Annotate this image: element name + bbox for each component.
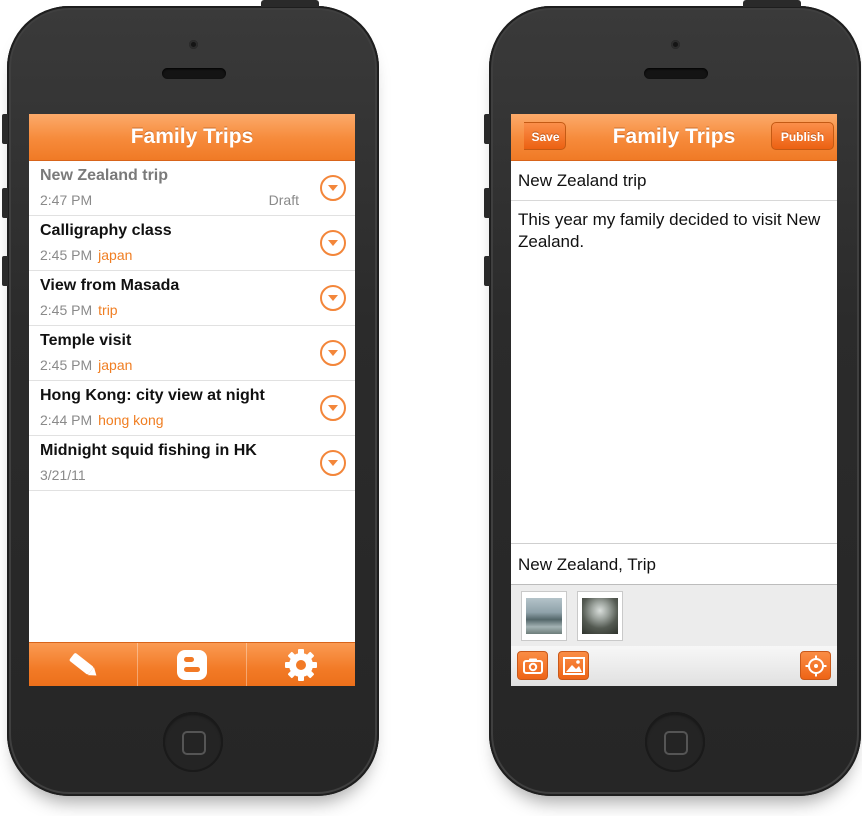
post-title-field[interactable]: New Zealand trip bbox=[511, 161, 837, 201]
home-button[interactable] bbox=[163, 712, 223, 772]
post-meta: 2:44 PM hong kong bbox=[40, 412, 164, 428]
save-label: Save bbox=[531, 130, 560, 144]
post-body-field[interactable]: This year my family decided to visit New… bbox=[511, 201, 837, 544]
volume-up-button bbox=[2, 188, 8, 218]
volume-down-button bbox=[484, 256, 490, 286]
photo-thumbnail-tree[interactable] bbox=[577, 591, 623, 641]
camera-icon bbox=[522, 658, 543, 674]
post-row[interactable]: Hong Kong: city view at night 2:44 PM hon… bbox=[29, 381, 355, 436]
tab-bar bbox=[29, 642, 355, 686]
post-tag: trip bbox=[98, 302, 118, 318]
chevron-down-icon[interactable] bbox=[320, 230, 346, 256]
post-time: 2:45 PM bbox=[40, 247, 93, 263]
location-icon bbox=[805, 655, 826, 676]
photo-library-button[interactable] bbox=[558, 651, 589, 680]
chevron-down-icon[interactable] bbox=[320, 395, 346, 421]
post-time: 2:47 PM bbox=[40, 192, 93, 208]
post-time: 2:45 PM bbox=[40, 357, 93, 373]
save-button[interactable]: Save bbox=[524, 122, 566, 150]
post-meta: 2:45 PM trip bbox=[40, 302, 118, 318]
home-button[interactable] bbox=[645, 712, 705, 772]
power-button bbox=[743, 0, 801, 7]
post-title: Midnight squid fishing in HK bbox=[40, 442, 257, 459]
volume-down-button bbox=[2, 256, 8, 286]
post-meta: 3/21/11 bbox=[40, 467, 86, 483]
post-row[interactable]: Calligraphy class 2:45 PM japan bbox=[29, 216, 355, 271]
blog-title: Family Trips bbox=[130, 125, 254, 148]
volume-up-button bbox=[484, 188, 490, 218]
post-tag: japan bbox=[98, 357, 133, 373]
chevron-down-icon[interactable] bbox=[320, 175, 346, 201]
mute-switch bbox=[484, 114, 490, 144]
post-row[interactable]: Midnight squid fishing in HK 3/21/11 bbox=[29, 436, 355, 491]
image-icon bbox=[562, 656, 585, 675]
photo-thumbnail-coast[interactable] bbox=[521, 591, 567, 641]
post-time: 2:44 PM bbox=[40, 412, 93, 428]
post-row-draft[interactable]: New Zealand trip 2:47 PM Draft bbox=[29, 161, 355, 216]
tab-blogs[interactable] bbox=[137, 643, 246, 686]
post-row[interactable]: View from Masada 2:45 PM trip bbox=[29, 271, 355, 326]
chevron-down-icon[interactable] bbox=[320, 340, 346, 366]
power-button bbox=[261, 0, 319, 7]
location-button[interactable] bbox=[800, 651, 831, 680]
app-showcase: Family Trips New Zealand trip 2:47 PM Dr… bbox=[0, 0, 862, 816]
publish-button[interactable]: Publish bbox=[771, 122, 834, 150]
front-camera bbox=[671, 40, 680, 49]
post-title: Temple visit bbox=[40, 332, 132, 349]
phone-right: Family Trips Save Publish New Zealand tr… bbox=[484, 0, 861, 796]
post-title: Calligraphy class bbox=[40, 222, 172, 239]
front-camera bbox=[189, 40, 198, 49]
post-title: New Zealand trip bbox=[40, 167, 169, 184]
post-list: New Zealand trip 2:47 PM Draft Calligrap… bbox=[29, 161, 355, 491]
chevron-down-icon[interactable] bbox=[320, 450, 346, 476]
navigation-bar: Family Trips bbox=[29, 114, 355, 161]
post-meta: 2:45 PM japan bbox=[40, 357, 132, 373]
tab-settings[interactable] bbox=[246, 643, 355, 686]
gear-icon bbox=[285, 649, 317, 681]
post-meta: 2:47 PM bbox=[40, 192, 92, 208]
post-row[interactable]: Temple visit 2:45 PM japan bbox=[29, 326, 355, 381]
post-editor-screen: Family Trips Save Publish New Zealand tr… bbox=[511, 114, 837, 686]
post-tag: hong kong bbox=[98, 412, 164, 428]
tab-compose[interactable] bbox=[29, 643, 137, 686]
mute-switch bbox=[2, 114, 8, 144]
photo-strip bbox=[511, 585, 837, 647]
post-list-screen: Family Trips New Zealand trip 2:47 PM Dr… bbox=[29, 114, 355, 686]
post-tag: japan bbox=[98, 247, 133, 263]
coast-photo bbox=[526, 598, 562, 634]
chevron-down-icon[interactable] bbox=[320, 285, 346, 311]
speaker-grille bbox=[162, 68, 226, 79]
post-meta: 2:45 PM japan bbox=[40, 247, 132, 263]
labels-field[interactable]: New Zealand, Trip bbox=[511, 544, 837, 585]
post-title: Hong Kong: city view at night bbox=[40, 387, 265, 404]
draft-status: Draft bbox=[268, 192, 299, 208]
pencil-icon bbox=[69, 653, 97, 676]
tree-photo bbox=[582, 598, 618, 634]
phone-left: Family Trips New Zealand trip 2:47 PM Dr… bbox=[2, 0, 379, 796]
navigation-bar: Family Trips Save Publish bbox=[511, 114, 837, 161]
blogger-icon bbox=[177, 650, 207, 680]
speaker-grille bbox=[644, 68, 708, 79]
editor-toolbar bbox=[511, 646, 837, 686]
post-time: 2:45 PM bbox=[40, 302, 93, 318]
post-title: View from Masada bbox=[40, 277, 180, 294]
camera-button[interactable] bbox=[517, 651, 548, 680]
post-date: 3/21/11 bbox=[40, 467, 86, 483]
